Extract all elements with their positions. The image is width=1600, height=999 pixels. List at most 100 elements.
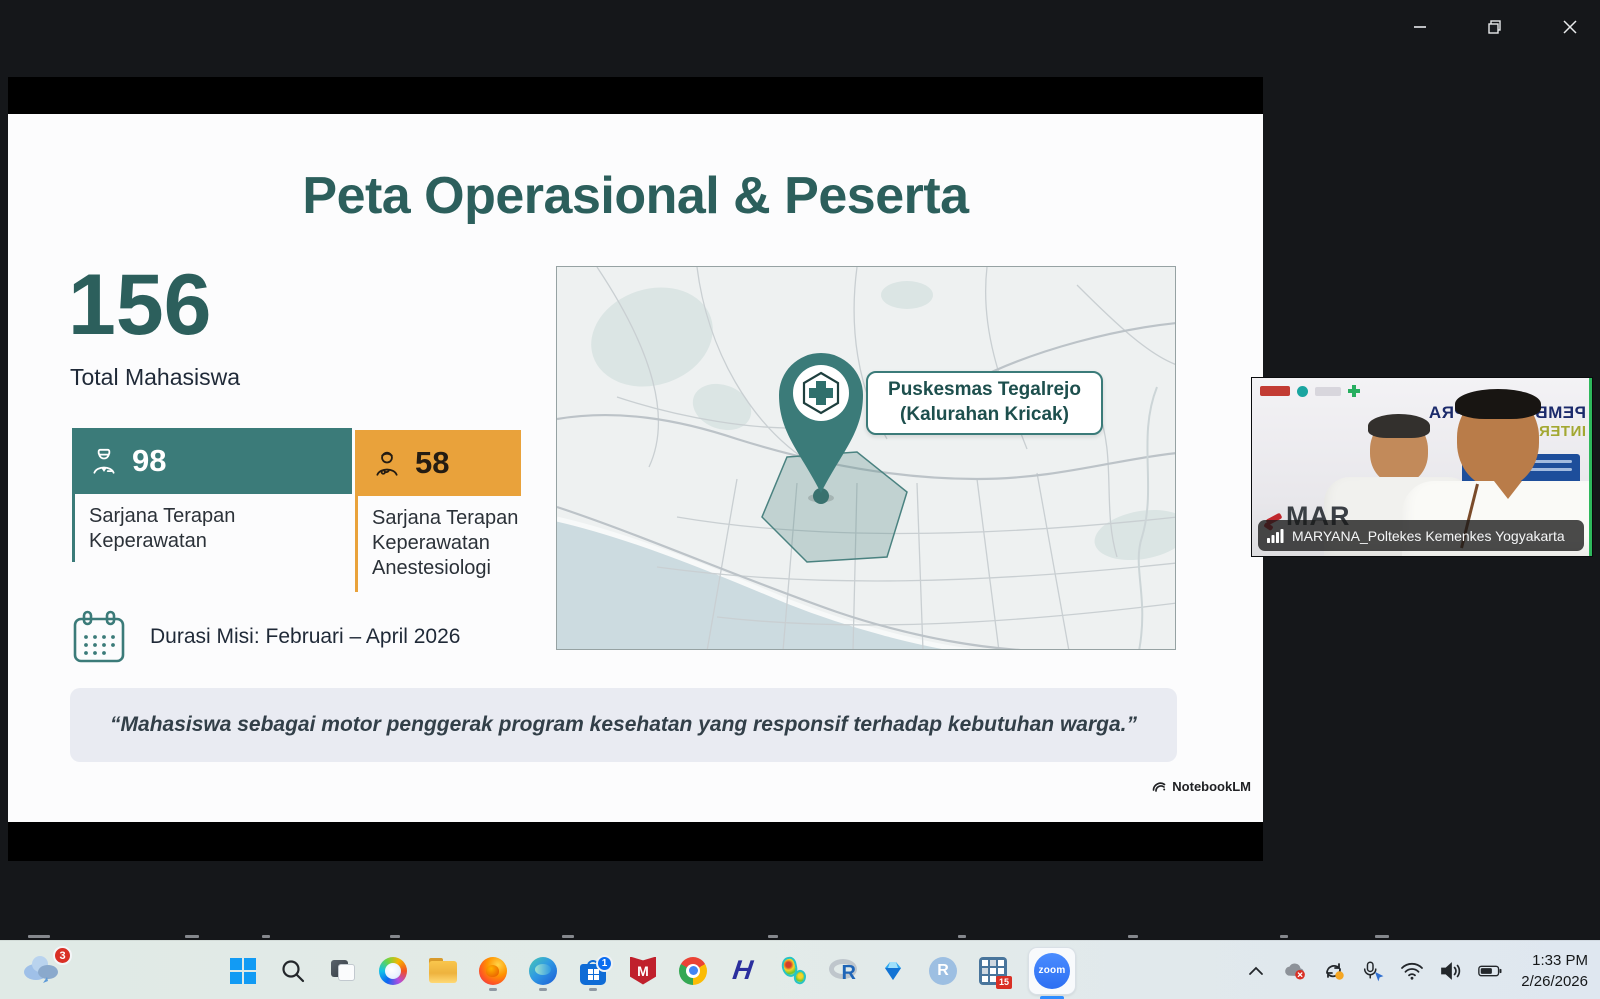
diamond-app-button[interactable] [878, 950, 908, 992]
microsoft-store-button[interactable]: 1 [578, 950, 608, 992]
mcafee-shield-icon: M [630, 957, 656, 985]
clock-time: 1:33 PM [1521, 950, 1588, 971]
close-button[interactable] [1555, 15, 1585, 39]
weather-widget-button[interactable]: 3 [20, 950, 72, 992]
h-app-icon: H [731, 957, 754, 984]
zoom-active-indicator [1040, 996, 1064, 999]
notebooklm-icon [1151, 778, 1167, 794]
copilot-button[interactable] [378, 950, 408, 992]
calendar-icon [70, 608, 128, 666]
zoom-icon: zoom [1034, 953, 1070, 989]
quote-text: “Mahasiswa sebagai motor penggerak progr… [110, 713, 1137, 737]
quote-bar: “Mahasiswa sebagai motor penggerak progr… [70, 688, 1177, 762]
stat-card-keperawatan-header: 98 [72, 428, 352, 494]
wifi-button[interactable] [1400, 959, 1424, 983]
store-running-indicator [589, 988, 597, 991]
minimize-icon [1413, 20, 1427, 34]
grid-app-button[interactable]: 15 [978, 950, 1008, 992]
gis-app-button[interactable] [778, 950, 808, 992]
taskbar-app-icons: 1 M H R [228, 941, 1076, 999]
task-view-icon [329, 957, 357, 985]
total-students-label: Total Mahasiswa [70, 364, 240, 391]
restore-icon [1487, 19, 1503, 35]
copilot-icon [379, 957, 407, 985]
map-label-line2: (Kalurahan Kricak) [900, 403, 1069, 428]
file-explorer-button[interactable] [428, 950, 458, 992]
banner-logo-small [1315, 387, 1341, 396]
chevron-up-icon [1248, 966, 1264, 976]
tray-chevron-button[interactable] [1244, 959, 1268, 983]
banner-logos [1260, 385, 1360, 397]
participant-video-tile[interactable]: PEMBUKAAN PRA INTERPROFESS MAR MARYANA_P… [1252, 378, 1592, 556]
stat-card-anestesiologi-header: 58 [355, 430, 521, 496]
firefox-icon [479, 957, 507, 985]
shared-screen: Peta Operasional & Peserta 156 Total Mah… [8, 77, 1263, 861]
speaker-icon [1439, 961, 1463, 981]
search-button[interactable] [278, 950, 308, 992]
taskbar-clock[interactable]: 1:33 PM 2/26/2026 [1517, 950, 1588, 992]
signal-bars-icon [1267, 528, 1284, 543]
wifi-icon [1400, 962, 1424, 980]
participant-name: MARYANA_Poltekes Kemenkes Yogyakarta [1292, 528, 1565, 544]
map-label-line1: Puskesmas Tegalrejo [888, 378, 1081, 403]
stat-label-keperawatan: Sarjana Terapan Keperawatan [72, 494, 322, 562]
r-logo-icon: R [828, 958, 858, 984]
battery-icon [1478, 963, 1502, 979]
task-view-button[interactable] [328, 950, 358, 992]
cloud-error-icon [1283, 961, 1307, 981]
brand-text: NotebookLM [1172, 779, 1251, 794]
volume-button[interactable] [1439, 959, 1463, 983]
banner-logo-green-cross [1348, 385, 1360, 397]
taskbar: 3 [0, 940, 1600, 999]
gis-heatmap-icon [779, 956, 807, 986]
h-app-button[interactable]: H [728, 950, 758, 992]
diamond-icon [881, 961, 905, 981]
operational-map: Puskesmas Tegalrejo (Kalurahan Kricak) [556, 266, 1176, 650]
edge-icon [529, 957, 557, 985]
r-button[interactable]: R [828, 950, 858, 992]
start-button[interactable] [228, 950, 258, 992]
chrome-button[interactable] [678, 950, 708, 992]
rstudio-icon: R [929, 957, 957, 985]
zoom-button-active[interactable]: zoom [1028, 947, 1076, 995]
brand-row: NotebookLM [1151, 778, 1251, 794]
grid-app-icon: 15 [979, 957, 1007, 985]
person-back-head [1370, 418, 1428, 484]
edge-button[interactable] [528, 950, 558, 992]
zoom-app-window: Peta Operasional & Peserta 156 Total Mah… [0, 0, 1600, 999]
total-students-value: 156 [68, 262, 212, 348]
firefox-button[interactable] [478, 950, 508, 992]
sync-arrows-icon [1322, 960, 1346, 982]
firefox-running-indicator [489, 988, 497, 991]
stat-label-anestesiologi: Sarjana Terapan Keperawatan Anestesiolog… [355, 496, 521, 592]
minimize-button[interactable] [1405, 15, 1435, 39]
microphone-in-use-button[interactable] [1361, 959, 1385, 983]
participant-name-bar: MARYANA_Poltekes Kemenkes Yogyakarta [1258, 520, 1584, 551]
stat-value-anestesiologi: 58 [415, 445, 449, 481]
doctor-icon [371, 447, 403, 479]
mission-duration-row: Durasi Misi: Februari – April 2026 [70, 606, 530, 668]
presentation-slide: Peta Operasional & Peserta 156 Total Mah… [8, 114, 1263, 822]
banner-logo-red [1260, 386, 1290, 396]
battery-button[interactable] [1478, 959, 1502, 983]
rstudio-button[interactable]: R [928, 950, 958, 992]
mission-duration-text: Durasi Misi: Februari – April 2026 [150, 625, 460, 649]
active-speaker-border [1589, 378, 1592, 556]
system-tray: 1:33 PM 2/26/2026 [1244, 941, 1588, 999]
folder-icon [429, 961, 457, 983]
nurse-icon [88, 445, 120, 477]
update-sync-button[interactable] [1322, 959, 1346, 983]
stat-value-keperawatan: 98 [132, 443, 166, 479]
map-location-label: Puskesmas Tegalrejo (Kalurahan Kricak) [866, 371, 1103, 435]
window-controls [1405, 14, 1585, 40]
onedrive-status-button[interactable] [1283, 959, 1307, 983]
clock-date: 2/26/2026 [1521, 971, 1588, 992]
close-icon [1563, 20, 1577, 34]
hidden-window-text-strip [0, 920, 1600, 940]
store-icon: 1 [580, 961, 606, 985]
banner-logo-teal-circle [1297, 386, 1308, 397]
edge-running-indicator [539, 988, 547, 991]
mcafee-button[interactable]: M [628, 950, 658, 992]
restore-button[interactable] [1480, 15, 1510, 39]
mic-location-icon [1361, 960, 1385, 982]
